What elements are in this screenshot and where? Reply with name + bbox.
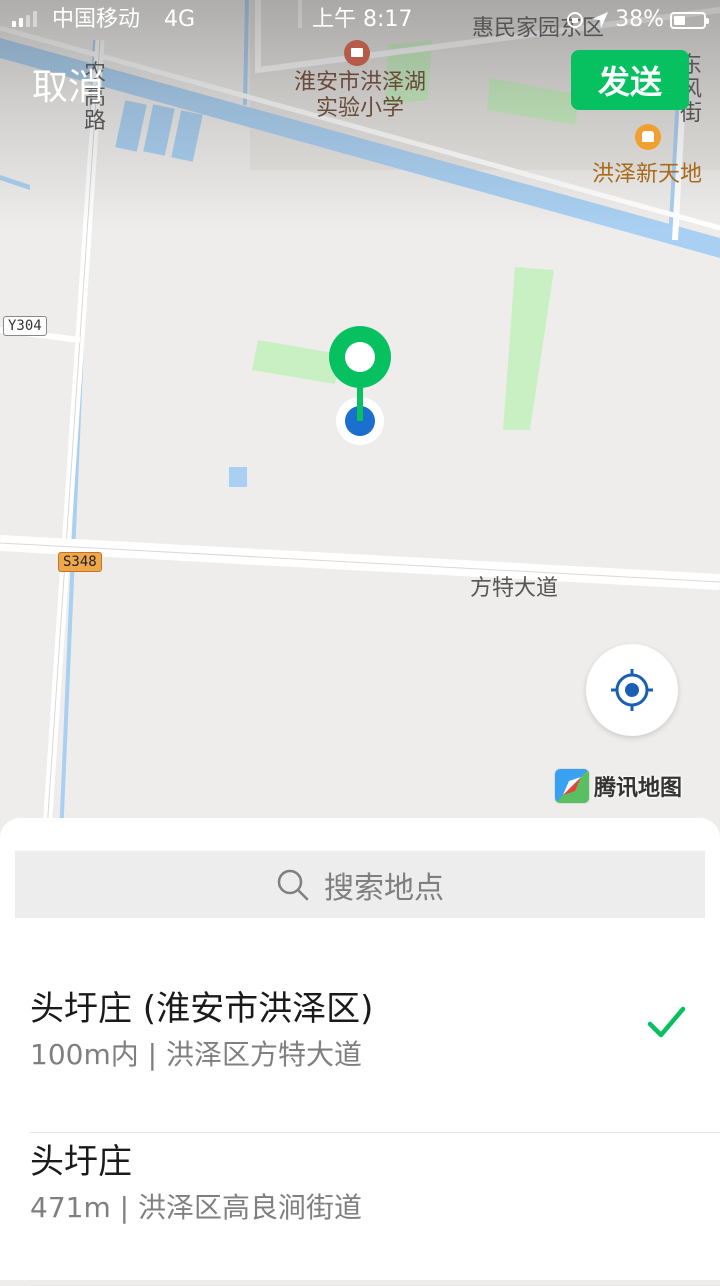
target-icon — [611, 669, 653, 711]
battery-icon — [670, 11, 709, 29]
network-type: 4G — [164, 7, 196, 32]
status-time: 上午 8:17 — [312, 7, 413, 32]
result-title: 头圩庄 — [30, 1142, 132, 1182]
tencent-map-logo-icon — [554, 768, 590, 804]
map-provider-label: 腾讯地图 — [594, 776, 683, 801]
map-view[interactable]: 惠民家园东区 农高路 东风街 淮安市洪泽湖实验小学 洪泽新天地 Y304 S34… — [0, 0, 720, 860]
shopping-poi-icon — [635, 124, 661, 150]
carrier-name: 中国移动 — [52, 7, 141, 32]
search-placeholder: 搜索地点 — [324, 870, 444, 906]
location-pin-icon — [329, 326, 391, 445]
cellular-signal-icon — [12, 11, 37, 27]
result-subtitle: 100m内 | 洪泽区方特大道 — [30, 1038, 362, 1071]
result-title: 头圩庄 (淮安市洪泽区) — [30, 989, 374, 1029]
result-subtitle: 471m | 洪泽区高良涧街道 — [30, 1191, 362, 1224]
result-divider — [30, 1132, 720, 1133]
map-label-avenue: 方特大道 — [470, 576, 559, 601]
road-shield-s348: S348 — [58, 552, 102, 572]
tencent-map-logo: 腾讯地图 — [554, 768, 682, 804]
search-input[interactable]: 搜索地点 — [15, 851, 705, 918]
location-result-item[interactable]: 头圩庄 (淮安市洪泽区) 100m内 | 洪泽区方特大道 — [30, 981, 720, 1133]
poi-school-label: 淮安市洪泽湖实验小学 — [293, 70, 426, 121]
location-picker-sheet: 搜索地点 头圩庄 (淮安市洪泽区) 100m内 | 洪泽区方特大道 头圩庄 47… — [0, 818, 720, 1286]
rotation-lock-icon — [567, 12, 584, 28]
battery-percent: 38% — [615, 7, 664, 32]
school-poi-icon — [344, 40, 370, 66]
send-button[interactable]: 发送 — [571, 50, 689, 110]
location-arrow-icon — [592, 12, 609, 28]
cancel-button[interactable]: 取消 — [32, 58, 104, 110]
checkmark-icon — [647, 1006, 686, 1038]
road-shield-y304: Y304 — [3, 316, 47, 336]
poi-plaza-label: 洪泽新天地 — [592, 162, 703, 187]
locate-me-button[interactable] — [586, 644, 678, 736]
status-bar: 中国移动 4G 上午 8:17 38% — [0, 0, 720, 40]
search-icon — [277, 869, 309, 900]
location-result-item[interactable]: 头圩庄 471m | 洪泽区高良涧街道 — [30, 1134, 720, 1286]
